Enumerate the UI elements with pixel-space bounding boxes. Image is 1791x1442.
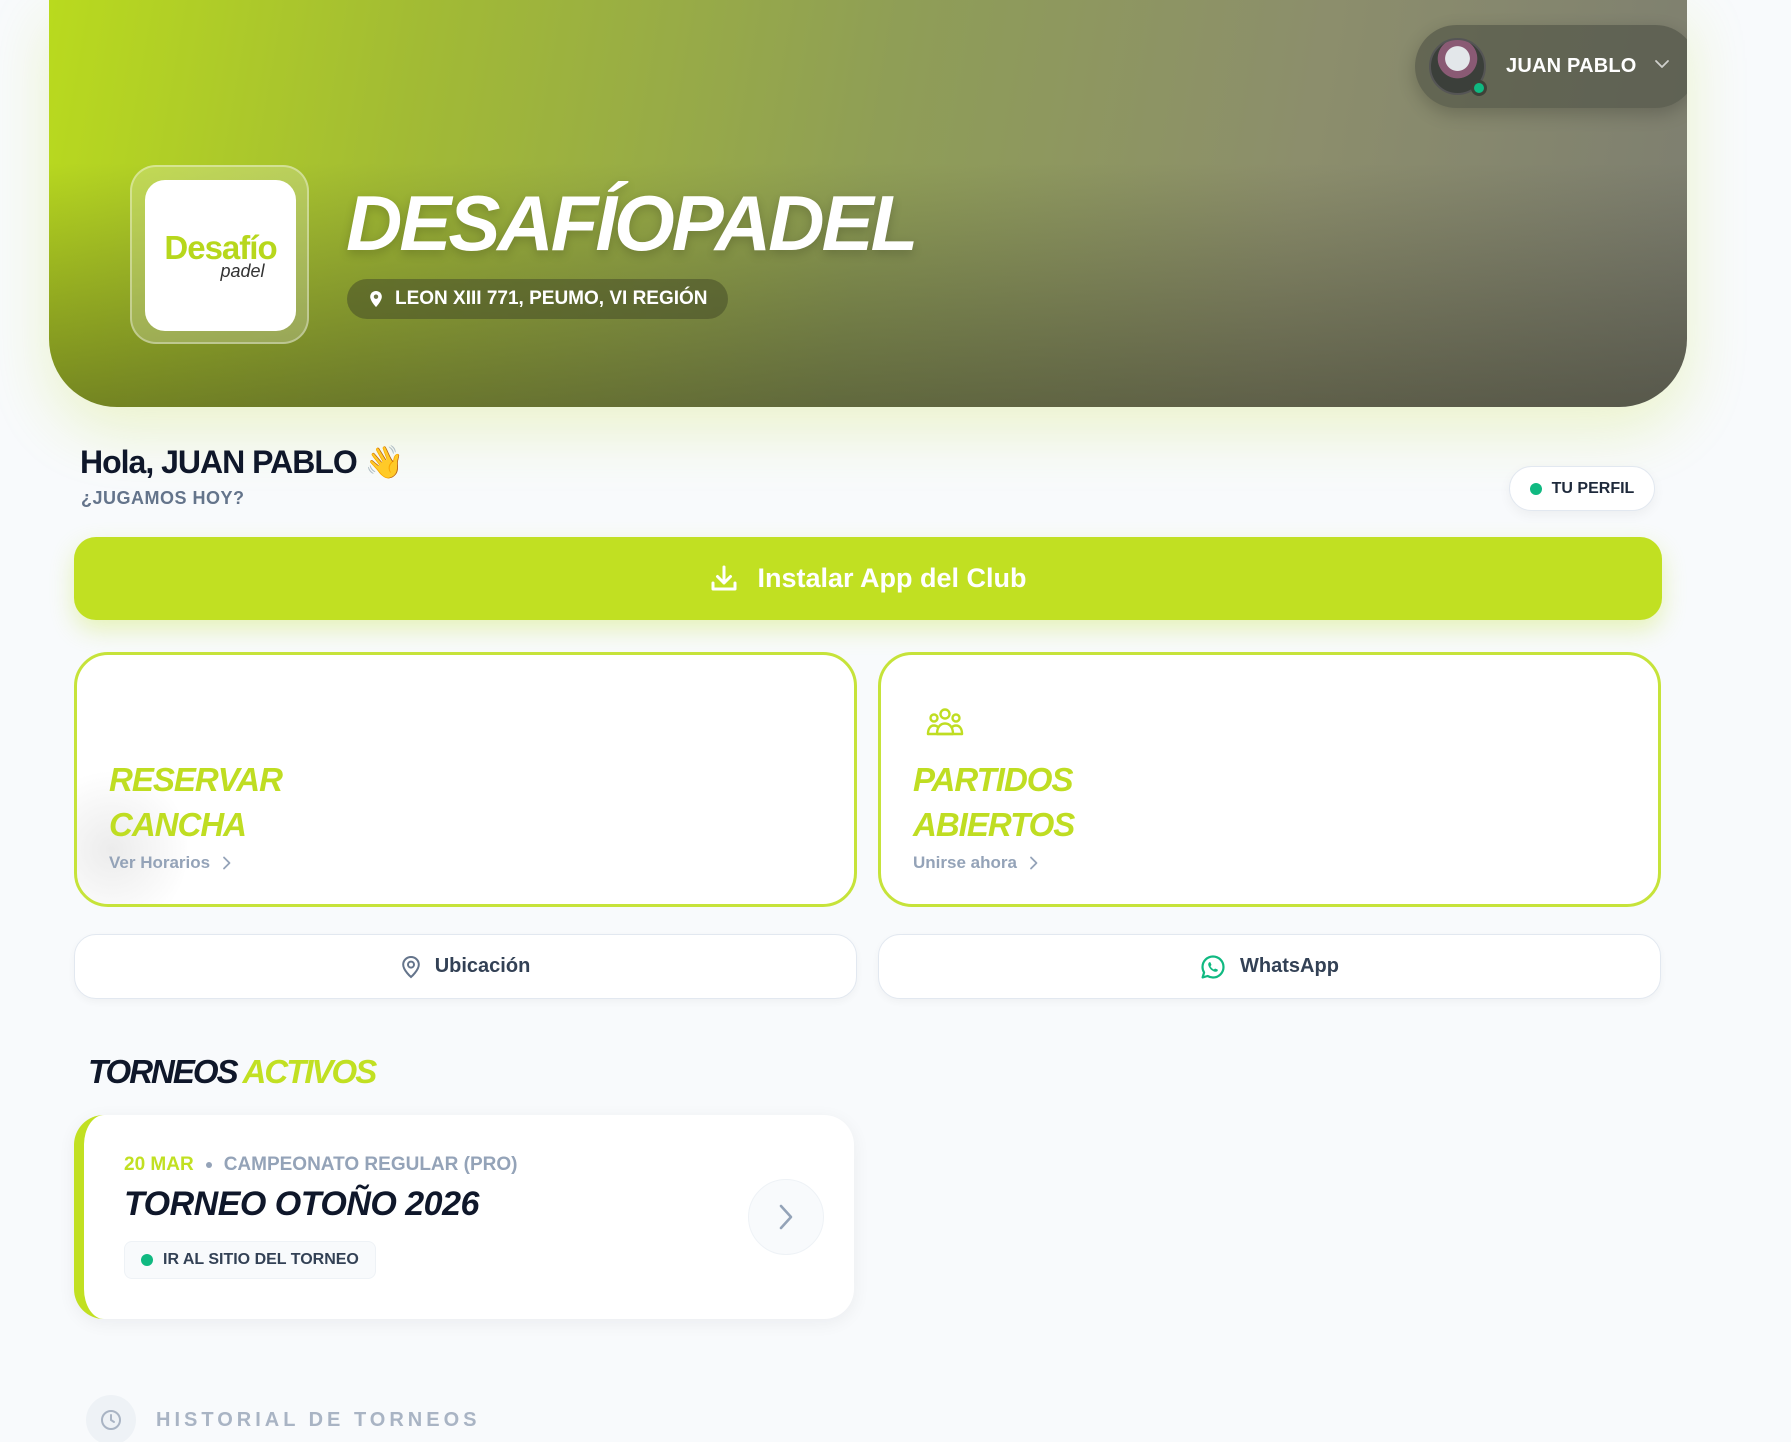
club-logo: Desafío padel (145, 180, 296, 331)
reserve-court-title: RESERVAR CANCHA (109, 757, 283, 847)
map-pin-icon (401, 955, 420, 978)
online-status-dot (1471, 80, 1487, 96)
tournament-history-label: HISTORIAL DE TORNEOS (156, 1408, 481, 1431)
user-menu-button[interactable]: JUAN PABLO (1415, 25, 1687, 108)
chevron-right-icon (223, 856, 231, 870)
clock-icon (86, 1395, 136, 1442)
tournament-site-link[interactable]: IR AL SITIO DEL TORNEO (124, 1241, 376, 1279)
tournament-open-button[interactable] (748, 1179, 824, 1255)
status-dot (141, 1254, 153, 1266)
club-address-text: LEON XIII 771, PEUMO, VI REGIÓN (395, 288, 708, 309)
whatsapp-button[interactable]: WhatsApp (878, 934, 1661, 999)
whatsapp-icon (1201, 954, 1225, 979)
reserve-title-line1: RESERVAR (109, 761, 283, 798)
users-group-icon (926, 708, 964, 736)
active-tournaments-heading: TORNEOS ACTIVOS (88, 1053, 378, 1091)
location-label: Ubicación (434, 955, 531, 977)
tournament-category: CAMPEONATO REGULAR (PRO) (223, 1154, 518, 1175)
club-address: LEON XIII 771, PEUMO, VI REGIÓN (347, 279, 728, 319)
tournament-date: 20 MAR (124, 1154, 194, 1175)
greeting-title: Hola, JUAN PABLO 👋 (80, 444, 404, 480)
tournament-history-toggle[interactable]: HISTORIAL DE TORNEOS (86, 1395, 480, 1442)
club-hero-banner: JUAN PABLO Desafío padel DESAFÍOPADEL LE… (49, 0, 1687, 407)
location-button[interactable]: Ubicación (74, 934, 857, 999)
reserve-title-line2: CANCHA (109, 806, 247, 843)
join-now-link[interactable]: Unirse ahora (913, 853, 1039, 873)
join-now-label: Unirse ahora (913, 853, 1017, 872)
download-icon (711, 565, 737, 590)
matches-title-line1: PARTIDOS (913, 761, 1073, 798)
status-dot (1529, 482, 1542, 495)
reserve-court-card[interactable]: RESERVAR CANCHA Ver Horarios (74, 652, 857, 907)
view-schedules-label: Ver Horarios (109, 853, 211, 872)
chevron-right-icon (1030, 856, 1038, 870)
page: JUAN PABLO Desafío padel DESAFÍOPADEL LE… (0, 0, 1791, 1442)
club-logo-frame: Desafío padel (130, 165, 309, 344)
logo-wordmark: Desafío (164, 229, 277, 266)
open-matches-title: PARTIDOS ABIERTOS (913, 757, 1075, 847)
tournament-site-label: IR AL SITIO DEL TORNEO (163, 1251, 359, 1268)
tournament-name: TORNEO OTOÑO 2026 (124, 1185, 479, 1223)
chevron-down-icon (1655, 60, 1669, 68)
install-app-button[interactable]: Instalar App del Club (74, 537, 1662, 620)
matches-title-line2: ABIERTOS (913, 806, 1075, 843)
club-title: DESAFÍOPADEL (346, 179, 918, 267)
install-app-label: Instalar App del Club (757, 563, 1027, 593)
tournament-meta: 20 MAR CAMPEONATO REGULAR (PRO) (124, 1154, 517, 1176)
user-avatar (1429, 38, 1487, 96)
heading-part-dark: TORNEOS (88, 1053, 239, 1090)
open-matches-card[interactable]: PARTIDOS ABIERTOS Unirse ahora (878, 652, 1661, 907)
view-schedules-link[interactable]: Ver Horarios (109, 853, 232, 873)
greeting-subtitle: ¿JUGAMOS HOY? (81, 488, 245, 508)
profile-label: TU PERFIL (1551, 479, 1635, 497)
meta-separator (205, 1162, 212, 1168)
user-name: JUAN PABLO (1506, 55, 1637, 77)
whatsapp-label: WhatsApp (1240, 955, 1339, 977)
logo-subtitle: padel (220, 261, 265, 281)
tournament-card[interactable]: 20 MAR CAMPEONATO REGULAR (PRO) TORNEO O… (74, 1115, 854, 1319)
profile-button[interactable]: TU PERFIL (1509, 466, 1655, 511)
map-pin-icon (370, 291, 382, 307)
heading-part-accent: ACTIVOS (242, 1053, 378, 1090)
chevron-right-icon (779, 1204, 793, 1230)
